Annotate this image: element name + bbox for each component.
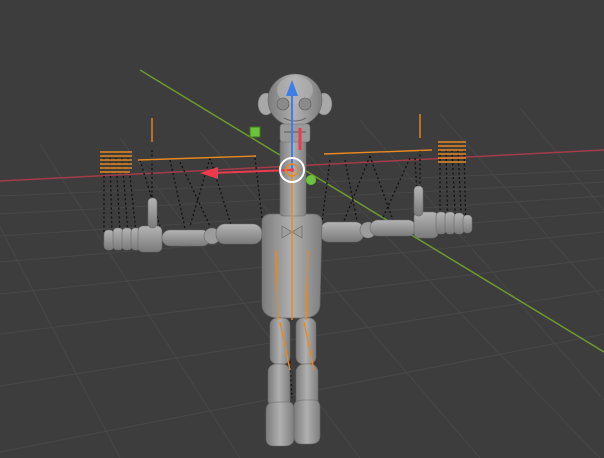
y-axis-line [139,69,604,353]
right-hand [413,185,473,239]
gizmo-y-handle [306,175,316,185]
character-mesh[interactable] [103,73,473,447]
3d-viewport[interactable] [0,0,604,458]
head [257,73,333,143]
viewport-canvas[interactable] [0,0,604,458]
gizmo-yz-plane-handle [249,126,261,138]
gizmo-x-arrow [200,167,218,179]
left-hand [103,197,163,253]
